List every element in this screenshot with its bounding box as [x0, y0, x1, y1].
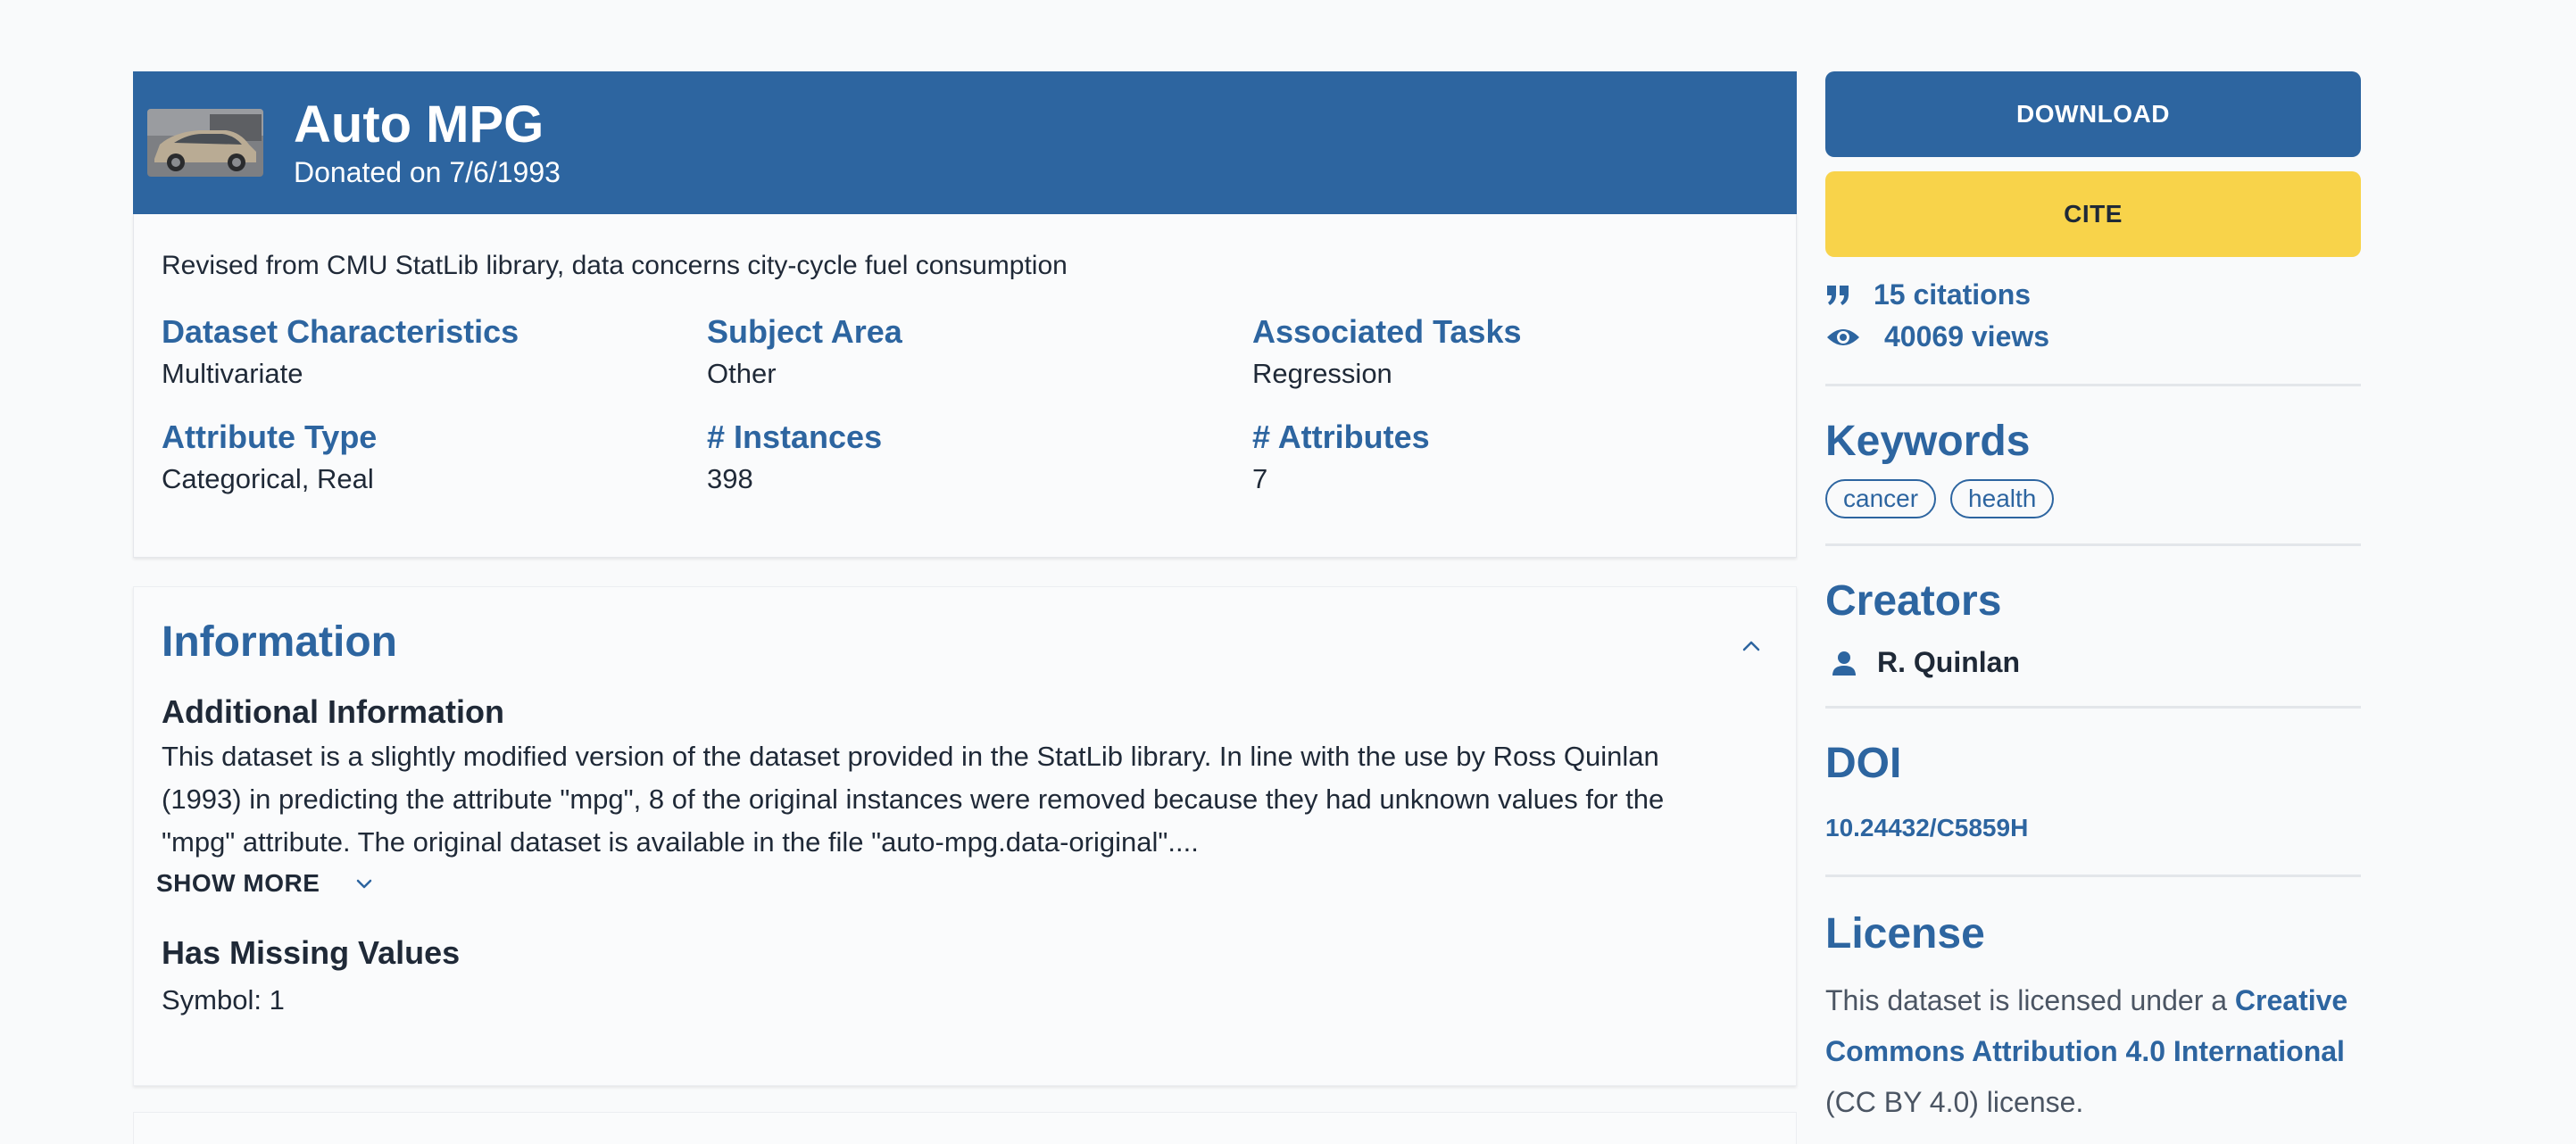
fact-label: Dataset Characteristics — [162, 313, 519, 350]
views-stat: 40069 views — [1825, 320, 2361, 353]
chevron-down-icon — [357, 879, 372, 889]
text-line: (1993) in predicting the attribute "mpg"… — [162, 783, 1665, 815]
creator-name: R. Quinlan — [1877, 646, 2020, 678]
show-more-button[interactable]: SHOW MORE — [156, 869, 1768, 898]
donated-date: Donated on 7/6/1993 — [294, 156, 561, 188]
fact-attributes: # Attributes 7 — [1252, 418, 1788, 498]
fact-label: Subject Area — [707, 313, 902, 350]
doi-heading: DOI — [1825, 740, 1902, 787]
text-line: "mpg" attribute. The original dataset is… — [162, 826, 1199, 858]
cite-button[interactable]: CITE — [1825, 171, 2361, 257]
fact-instances: # Instances 398 — [707, 418, 1252, 498]
fact-value: Multivariate — [162, 358, 303, 389]
keywords-heading: Keywords — [1825, 418, 2031, 465]
chevron-up-icon[interactable] — [1739, 634, 1764, 659]
license-prefix: This dataset is licensed under a — [1825, 984, 2235, 1016]
user-icon — [1832, 651, 1856, 676]
dataset-summary-card: Auto MPG Donated on 7/6/1993 Revised fro… — [133, 71, 1797, 558]
text-line: This dataset is a slightly modified vers… — [162, 741, 1659, 772]
fact-value: Regression — [1252, 358, 1392, 389]
show-more-label: SHOW MORE — [156, 869, 320, 897]
fact-characteristics: Dataset Characteristics Multivariate — [162, 312, 707, 393]
fact-label: # Instances — [707, 419, 883, 455]
keyword-tag[interactable]: health — [1950, 479, 2055, 518]
fact-associated-tasks: Associated Tasks Regression — [1252, 312, 1788, 393]
sidebar: DOWNLOAD CITE 15 citations 40069 views K… — [1825, 71, 2361, 1128]
divider — [1825, 543, 2361, 546]
views-count: 40069 views — [1884, 320, 2050, 352]
dataset-description: Revised from CMU StatLib library, data c… — [162, 251, 1068, 280]
creators-heading: Creators — [1825, 577, 2002, 625]
citations-count: 15 citations — [1874, 278, 2032, 311]
fact-label: Associated Tasks — [1252, 313, 1522, 350]
dataset-header: Auto MPG Donated on 7/6/1993 — [133, 71, 1797, 214]
dataset-thumbnail — [147, 109, 263, 177]
fact-label: # Attributes — [1252, 419, 1430, 455]
information-title: Information — [162, 618, 397, 666]
fact-label: Attribute Type — [162, 419, 378, 455]
doi-link[interactable]: 10.24432/C5859H — [1825, 814, 2361, 842]
keywords-list: cancer health — [1825, 479, 2361, 518]
fact-value: 7 — [1252, 463, 1268, 494]
missing-values-heading: Has Missing Values — [162, 934, 461, 971]
creator-item: R. Quinlan — [1825, 646, 2361, 679]
fact-value: Categorical, Real — [162, 463, 374, 494]
keyword-tag[interactable]: cancer — [1825, 479, 1937, 518]
missing-values-value: Symbol: 1 — [162, 984, 285, 1016]
license-heading: License — [1825, 910, 1985, 957]
download-button[interactable]: DOWNLOAD — [1825, 71, 2361, 157]
fact-subject-area: Subject Area Other — [707, 312, 1252, 393]
fact-attribute-type: Attribute Type Categorical, Real — [162, 418, 707, 498]
summary-body: Revised from CMU StatLib library, data c… — [133, 214, 1797, 558]
eye-icon — [1825, 325, 1861, 350]
dataset-title: Auto MPG — [294, 95, 544, 153]
license-text: This dataset is licensed under a Creativ… — [1825, 975, 2361, 1128]
fact-value: 398 — [707, 463, 753, 494]
divider — [1825, 706, 2361, 709]
next-section-card — [133, 1112, 1797, 1144]
divider — [1825, 384, 2361, 386]
license-suffix: (CC BY 4.0) license. — [1825, 1086, 2084, 1118]
divider — [1825, 875, 2361, 877]
facts-grid: Dataset Characteristics Multivariate Sub… — [162, 312, 1768, 498]
additional-info-heading: Additional Information — [162, 693, 504, 730]
additional-info-text: This dataset is a slightly modified vers… — [162, 735, 1768, 864]
citations-link[interactable]: 15 citations — [1825, 278, 2361, 311]
quote-icon — [1825, 284, 1861, 307]
information-card: Information Additional Information This … — [133, 586, 1797, 1086]
fact-value: Other — [707, 358, 777, 389]
